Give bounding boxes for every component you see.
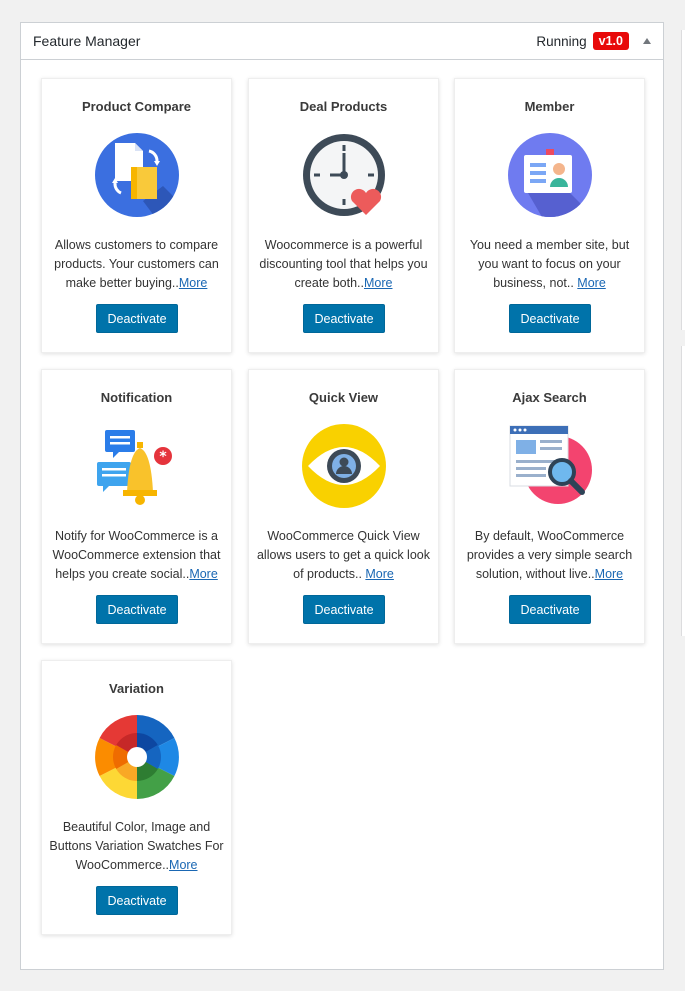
deactivate-button[interactable]: Deactivate	[509, 304, 591, 333]
card-description: Beautiful Color, Image and Buttons Varia…	[48, 818, 225, 875]
deactivate-button[interactable]: Deactivate	[303, 304, 385, 333]
feature-card-product-compare: Product Compare Allows customers to comp…	[41, 78, 232, 353]
deactivate-button[interactable]: Deactivate	[303, 595, 385, 624]
more-link[interactable]: More	[595, 567, 623, 581]
deactivate-button[interactable]: Deactivate	[96, 595, 178, 624]
eye-icon	[302, 424, 386, 508]
search-page-icon	[509, 425, 592, 504]
feature-card-variation: Variation Beautiful Color, Image and But…	[41, 660, 232, 935]
feature-card-notification: Notification * Notify for WooCommerce is…	[41, 369, 232, 644]
id-badge-icon	[508, 133, 592, 217]
description-text: WooCommerce Quick View allows users to g…	[256, 529, 430, 581]
clock-heart-icon	[303, 134, 385, 216]
card-description: You need a member site, but you want to …	[461, 236, 638, 293]
deactivate-button[interactable]: Deactivate	[96, 304, 178, 333]
card-title: Member	[524, 99, 575, 114]
feature-card-deal-products: Deal Products Woocommerce is a powerful …	[248, 78, 439, 353]
deactivate-button[interactable]: Deactivate	[96, 886, 178, 915]
card-title: Notification	[100, 390, 173, 405]
adjacent-panel-edge	[681, 30, 685, 330]
description-text: Woocommerce is a powerful discounting to…	[259, 238, 428, 290]
more-link[interactable]: More	[179, 276, 207, 290]
more-link[interactable]: More	[364, 276, 392, 290]
card-title: Quick View	[308, 390, 379, 405]
version-badge: v1.0	[592, 32, 629, 50]
feature-manager-panel: Feature Manager Running v1.0 Product Com…	[20, 22, 664, 970]
feature-card-ajax-search: Ajax Search By default, WooCommerce prov…	[454, 369, 645, 644]
more-link[interactable]: More	[365, 567, 393, 581]
panel-header: Feature Manager Running v1.0	[21, 23, 663, 60]
product-compare-icon	[95, 133, 179, 217]
more-link[interactable]: More	[577, 276, 605, 290]
color-wheel-icon	[95, 715, 179, 799]
feature-card-quick-view: Quick View WooCommerce Quick View allows…	[248, 369, 439, 644]
header-status: Running v1.0	[536, 32, 651, 50]
card-description: By default, WooCommerce provides a very …	[461, 527, 638, 584]
feature-card-member: Member You need a member site, but you w…	[454, 78, 645, 353]
card-title: Ajax Search	[512, 390, 587, 405]
adjacent-panel-edge	[681, 346, 685, 636]
notification-bell-icon: *	[97, 430, 172, 505]
card-description: Notify for WooCommerce is a WooCommerce …	[48, 527, 225, 584]
card-description: Woocommerce is a powerful discounting to…	[255, 236, 432, 293]
card-title: Variation	[109, 681, 164, 696]
card-title: Deal Products	[299, 99, 388, 114]
collapse-toggle-icon[interactable]	[643, 38, 651, 44]
status-text: Running	[536, 33, 587, 49]
card-description: Allows customers to compare products. Yo…	[48, 236, 225, 293]
deactivate-button[interactable]: Deactivate	[509, 595, 591, 624]
card-title: Product Compare	[81, 99, 192, 114]
card-description: WooCommerce Quick View allows users to g…	[255, 527, 432, 584]
more-link[interactable]: More	[169, 858, 197, 872]
svg-text:*: *	[159, 449, 167, 465]
more-link[interactable]: More	[189, 567, 217, 581]
panel-title: Feature Manager	[33, 33, 141, 49]
